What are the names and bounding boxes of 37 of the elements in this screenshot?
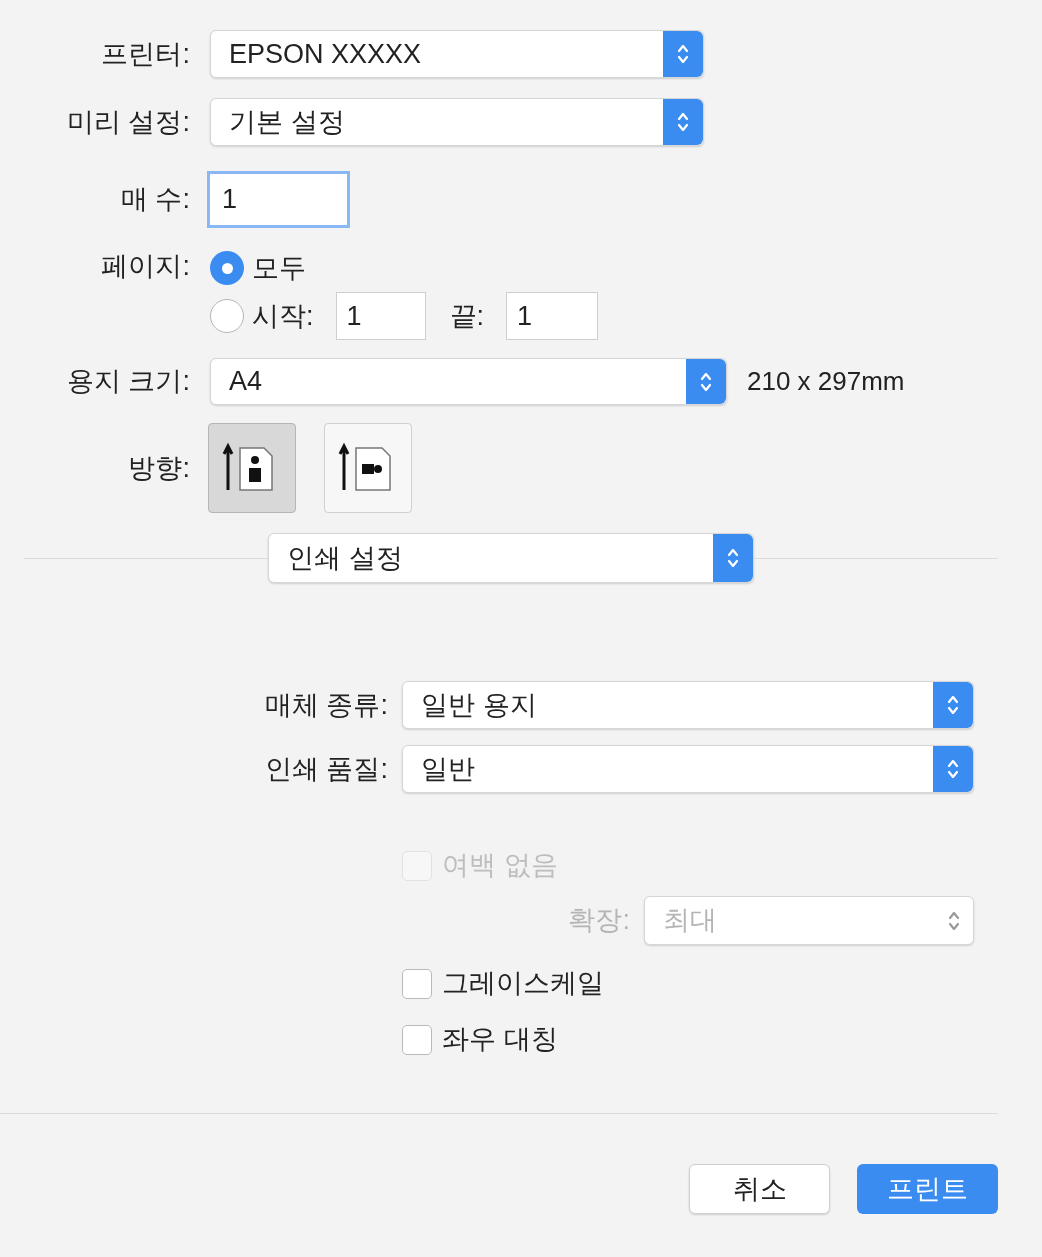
- radio-label: 시작:: [252, 299, 314, 333]
- stepper-icon: [933, 682, 973, 728]
- popup-menu[interactable]: 일반: [402, 745, 974, 793]
- orientation-button[interactable]: [208, 423, 296, 513]
- copies-field[interactable]: 1: [207, 171, 350, 228]
- field-label: 매체 종류:: [264, 688, 388, 722]
- popup-menu[interactable]: 기본 설정: [210, 98, 704, 146]
- orientation-button[interactable]: [324, 423, 412, 513]
- field-label: 인쇄 품질:: [264, 752, 388, 786]
- field-label: 페이지:: [100, 250, 190, 283]
- popup-menu[interactable]: EPSON XXXXX: [210, 30, 704, 78]
- stepper-icon: [663, 31, 703, 77]
- stepper-icon: [713, 534, 753, 582]
- from-page-field[interactable]: 1: [335, 292, 426, 340]
- to-page-label: 끝:: [449, 299, 485, 333]
- paper-dimensions: 210 x 297mm: [747, 365, 905, 398]
- field-label: 미리 설정:: [66, 105, 190, 139]
- popup-menu[interactable]: A4: [210, 358, 727, 405]
- cancel-button[interactable]: 취소: [689, 1164, 830, 1214]
- popup-menu[interactable]: 인쇄 설정: [268, 533, 754, 583]
- checkbox-label: 그레이스케일: [442, 967, 604, 1001]
- field-label: 매 수:: [120, 183, 190, 217]
- radio-button[interactable]: [210, 299, 244, 333]
- to-page-field[interactable]: 1: [506, 292, 599, 340]
- radio-label: 모두: [252, 251, 306, 285]
- stepper-icon: [663, 99, 703, 145]
- radio-button[interactable]: [210, 251, 244, 285]
- checkbox-label: 좌우 대칭: [442, 1023, 558, 1057]
- field-label: 프린터:: [100, 37, 190, 71]
- field-label: 용지 크기:: [66, 365, 190, 399]
- stepper-icon: [933, 746, 973, 792]
- checkbox[interactable]: [402, 1024, 432, 1055]
- field-label: 확장:: [567, 904, 630, 938]
- popup-menu[interactable]: 일반 용지: [402, 681, 974, 729]
- checkbox[interactable]: [402, 968, 432, 999]
- stepper-icon: [686, 359, 726, 404]
- field-label: 방향:: [127, 451, 190, 485]
